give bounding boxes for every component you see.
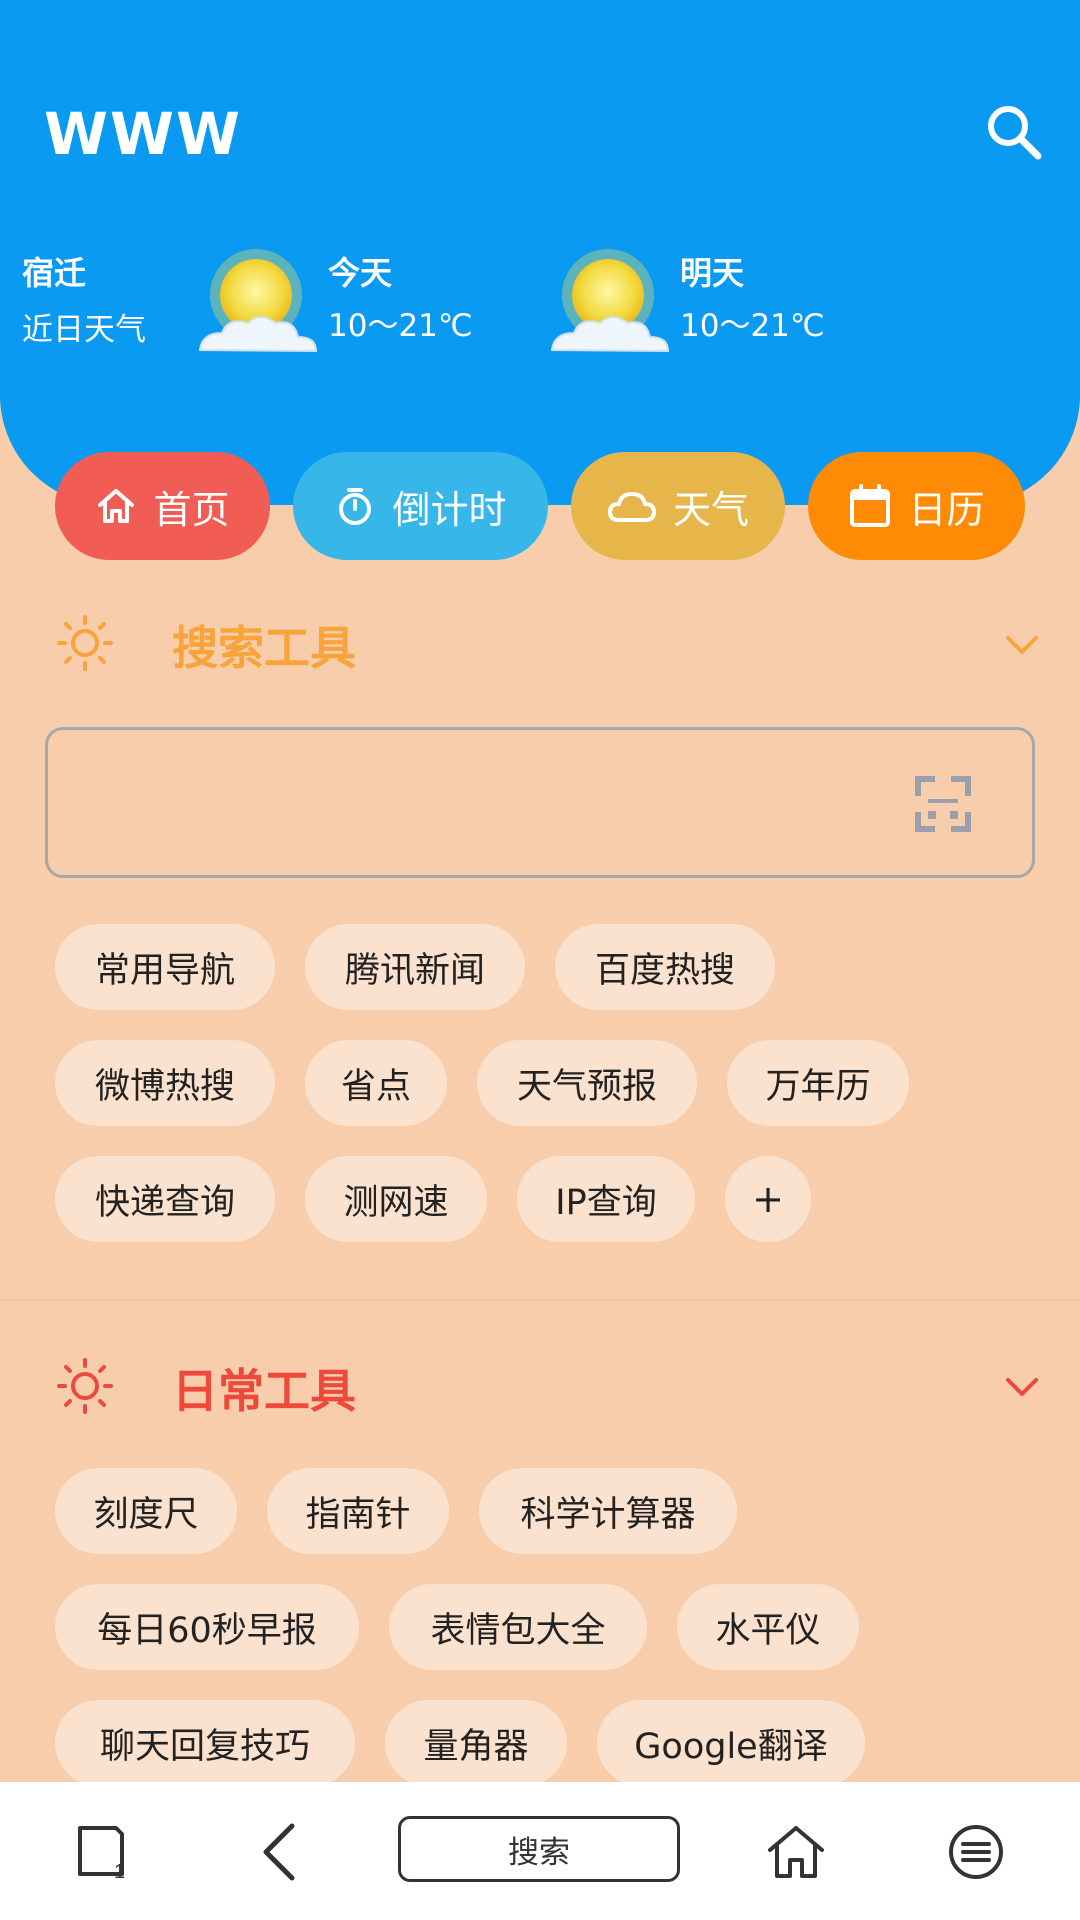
chip-speed-test[interactable]: 测网速	[305, 1156, 487, 1242]
app-title: WWW	[44, 100, 242, 168]
city-name: 宿迁	[22, 254, 87, 292]
tabs-icon[interactable]: 1	[70, 1820, 134, 1884]
sunny-cloudy-icon	[198, 249, 318, 353]
calendar-icon	[850, 484, 891, 527]
svg-text:1: 1	[114, 1861, 125, 1883]
app-page: WWW 宿迁 近日天气 今天 10～21℃ 明天 10～21℃ 首页 倒计时 天…	[0, 0, 1080, 1920]
search-tools-title: 搜索工具	[172, 621, 356, 675]
sun-icon	[57, 1358, 113, 1414]
nav-countdown-button[interactable]: 倒计时	[293, 452, 548, 560]
today-label: 今天	[328, 254, 393, 292]
today-temp: 10～21℃	[328, 308, 473, 344]
chip-baidu-hot[interactable]: 百度热搜	[555, 924, 775, 1010]
chip-ruler[interactable]: 刻度尺	[55, 1468, 237, 1554]
chip-ip-query[interactable]: IP查询	[517, 1156, 695, 1242]
chip-google-translate[interactable]: Google翻译	[597, 1700, 865, 1786]
chip-compass[interactable]: 指南针	[267, 1468, 449, 1554]
home-icon[interactable]	[764, 1820, 828, 1884]
section-divider	[0, 1299, 1080, 1301]
header: WWW 宿迁 近日天气 今天 10～21℃ 明天 10～21℃	[0, 0, 1080, 505]
chip-scientific-calculator[interactable]: 科学计算器	[479, 1468, 737, 1554]
chip-weibo-hot[interactable]: 微博热搜	[55, 1040, 275, 1126]
sun-icon	[57, 615, 113, 671]
menu-icon[interactable]	[944, 1820, 1008, 1884]
search-icon[interactable]	[982, 100, 1046, 164]
chip-express-query[interactable]: 快递查询	[55, 1156, 275, 1242]
nav-weather-button[interactable]: 天气	[571, 452, 785, 560]
back-icon[interactable]	[250, 1820, 314, 1884]
chip-protractor[interactable]: 量角器	[385, 1700, 567, 1786]
nav-weather-label: 天气	[672, 487, 749, 532]
sunny-cloudy-icon	[550, 249, 670, 353]
chip-weather-forecast[interactable]: 天气预报	[477, 1040, 697, 1126]
chip-spirit-level[interactable]: 水平仪	[677, 1584, 859, 1670]
chip-common-nav[interactable]: 常用导航	[55, 924, 275, 1010]
nav-home-button[interactable]: 首页	[55, 452, 270, 560]
tomorrow-label: 明天	[680, 254, 745, 292]
chip-shengdian[interactable]: 省点	[305, 1040, 447, 1126]
home-icon	[98, 489, 135, 523]
scan-icon[interactable]	[914, 775, 972, 833]
bottom-bar: 1 搜索	[0, 1782, 1080, 1920]
chip-chat-reply-tips[interactable]: 聊天回复技巧	[55, 1700, 355, 1786]
cloud-icon	[607, 492, 656, 522]
chip-add-button[interactable]: +	[725, 1156, 811, 1242]
nav-calendar-label: 日历	[908, 487, 985, 532]
recent-weather-label: 近日天气	[22, 312, 146, 348]
chevron-down-icon[interactable]	[1002, 630, 1042, 658]
daily-tools-title: 日常工具	[172, 1364, 356, 1418]
chip-emoji-collection[interactable]: 表情包大全	[389, 1584, 647, 1670]
bottom-search-button[interactable]: 搜索	[398, 1816, 680, 1882]
tomorrow-temp: 10～21℃	[680, 308, 825, 344]
chevron-down-icon[interactable]	[1002, 1372, 1042, 1400]
nav-calendar-button[interactable]: 日历	[808, 452, 1025, 560]
chip-daily-60s-news[interactable]: 每日60秒早报	[55, 1584, 359, 1670]
nav-home-label: 首页	[153, 487, 230, 532]
timer-icon	[339, 488, 372, 525]
chip-perpetual-calendar[interactable]: 万年历	[727, 1040, 909, 1126]
chip-tencent-news[interactable]: 腾讯新闻	[305, 924, 525, 1010]
search-input[interactable]	[45, 727, 1035, 878]
nav-countdown-label: 倒计时	[392, 487, 507, 532]
